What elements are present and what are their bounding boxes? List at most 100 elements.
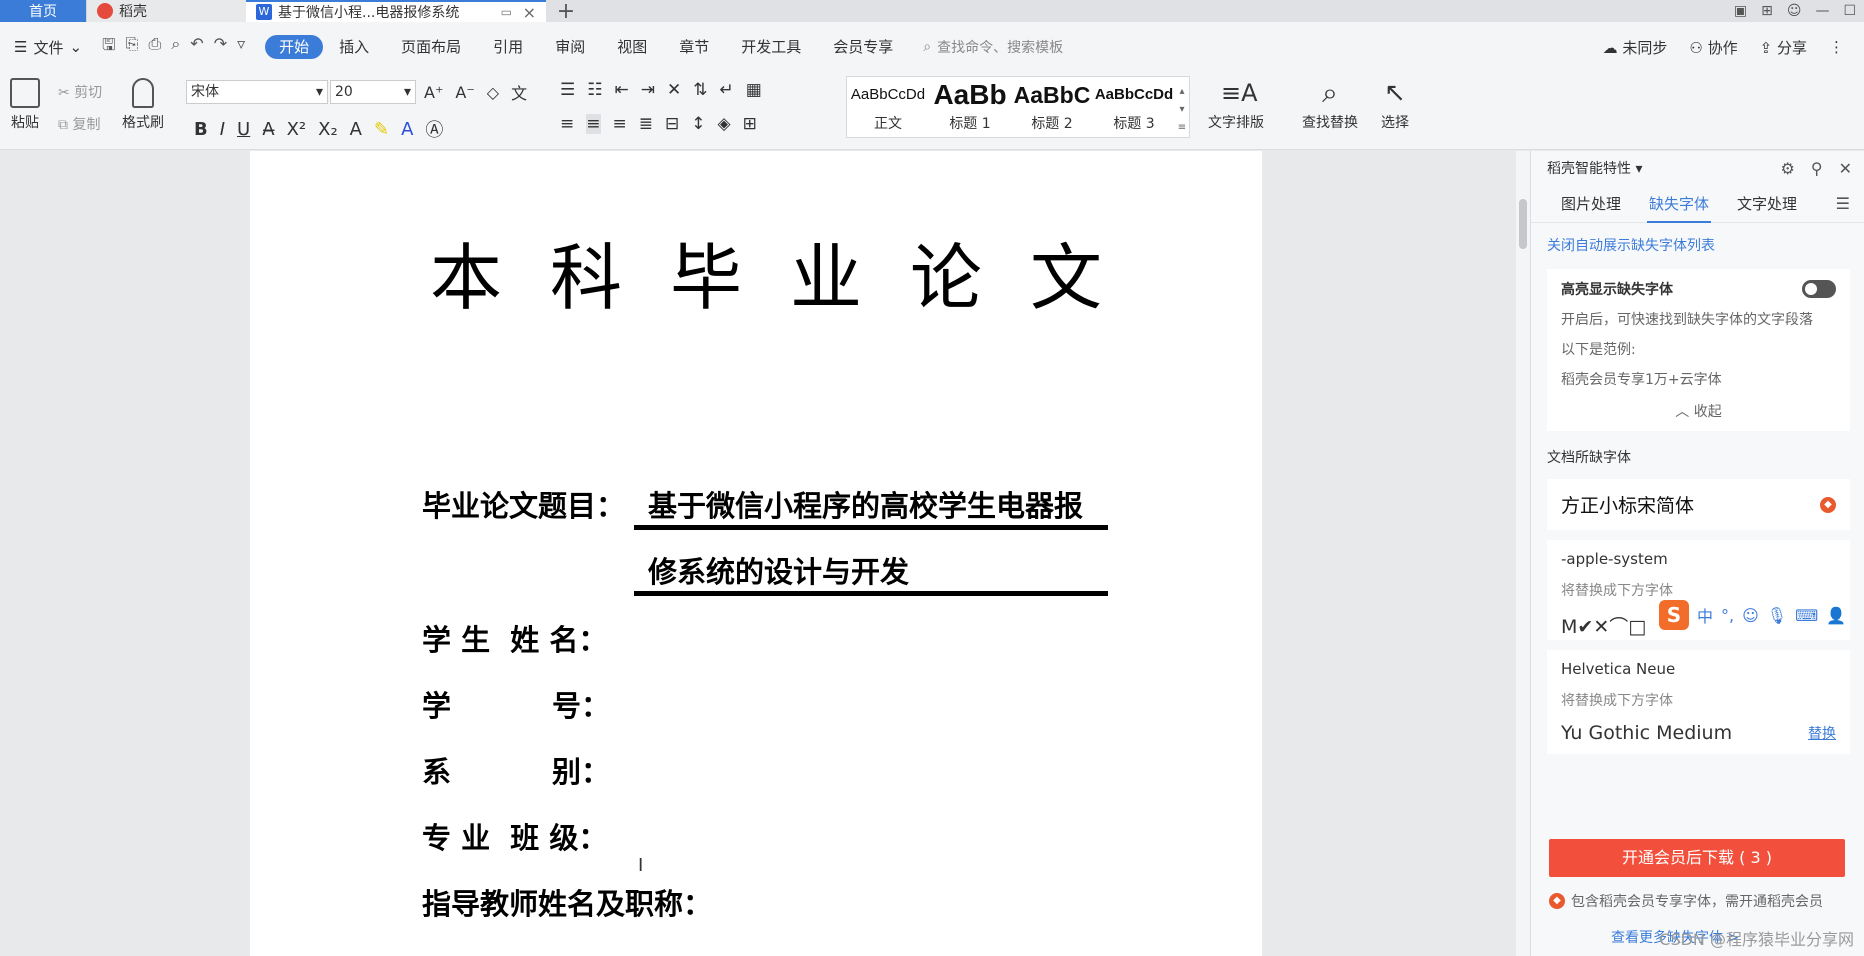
tab-missing-fonts[interactable]: 缺失字体 xyxy=(1635,185,1723,223)
menu-tab-start[interactable]: 开始 xyxy=(265,35,324,59)
clear-format-icon[interactable]: ◇ xyxy=(487,83,499,102)
justify-icon[interactable]: ≣ xyxy=(639,114,653,134)
copy-button[interactable]: ⧉ 复制 xyxy=(58,114,102,134)
paragraph-mark-icon[interactable]: ↵ xyxy=(720,80,734,100)
format-painter-button[interactable]: 格式刷 xyxy=(122,78,164,132)
shrink-font-icon[interactable]: A⁻ xyxy=(455,83,474,102)
pin-icon[interactable]: ⚲ xyxy=(1811,159,1823,178)
highlight-toggle[interactable] xyxy=(1802,280,1836,298)
vertical-scrollbar[interactable] xyxy=(1516,151,1530,956)
new-tab-button[interactable]: + xyxy=(546,0,586,24)
panel-title[interactable]: 稻壳智能特性 ▾ xyxy=(1547,158,1642,178)
print-icon[interactable]: ⎙ xyxy=(149,34,162,61)
save-icon[interactable]: 🖫 xyxy=(102,34,116,61)
chinese-layout-icon[interactable]: ✕ xyxy=(667,80,681,100)
line-spacing-icon[interactable]: ↕ xyxy=(691,114,705,134)
char-border-button[interactable]: Ⓐ xyxy=(425,116,443,142)
gear-icon[interactable]: ⚙ xyxy=(1781,159,1795,178)
undo-icon[interactable]: ↶ xyxy=(190,34,203,61)
bold-button[interactable]: B xyxy=(194,119,208,140)
menu-tab-view[interactable]: 视图 xyxy=(601,35,663,59)
command-search[interactable]: ⌕ 查找命令、搜索模板 xyxy=(923,37,1063,57)
scroll-thumb[interactable] xyxy=(1519,199,1527,249)
font-size-select[interactable]: 20 ▾ xyxy=(330,80,416,104)
style-normal[interactable]: AaBbCcDd 正文 xyxy=(847,77,929,137)
tab-document[interactable]: W 基于微信小程...电器报修系统 ▭ × xyxy=(246,0,546,22)
outdent-icon[interactable]: ⇤ xyxy=(615,80,629,100)
sogou-ime-icon[interactable]: S xyxy=(1659,600,1689,630)
sort-icon[interactable]: ⇅ xyxy=(693,80,707,100)
collab-button[interactable]: ⚇ 协作 xyxy=(1689,37,1737,58)
collapse-button[interactable]: ︿ 收起 xyxy=(1561,401,1836,421)
tab-image-processing[interactable]: 图片处理 xyxy=(1547,185,1635,223)
sync-button[interactable]: ☁ 未同步 xyxy=(1603,37,1668,58)
text-effect-button[interactable]: A xyxy=(350,119,362,140)
microphone-icon[interactable]: 🎙 xyxy=(1767,606,1787,625)
menu-tab-insert[interactable]: 插入 xyxy=(323,35,385,59)
underline-button[interactable]: U xyxy=(237,119,250,140)
styles-scroll[interactable]: ▴ ▾ ≡ xyxy=(1175,77,1189,137)
shading-icon[interactable]: ◈ xyxy=(718,114,731,134)
keyboard-icon[interactable]: ⌨ xyxy=(1795,606,1818,625)
close-icon[interactable]: ✕ xyxy=(1839,159,1852,178)
grid-view-icon[interactable]: ⊞ xyxy=(1761,3,1773,19)
maximize-icon[interactable]: ☐ xyxy=(1843,3,1856,19)
punctuation-icon[interactable]: °, xyxy=(1721,606,1734,625)
paste-button[interactable]: 粘贴 xyxy=(10,78,40,132)
subscript-button[interactable]: X₂ xyxy=(318,119,338,140)
phonetic-icon[interactable]: 文 xyxy=(511,80,527,104)
italic-button[interactable]: I xyxy=(220,119,225,140)
bullets-icon[interactable]: ☰ xyxy=(560,80,575,100)
print-preview-icon[interactable]: ⌕ xyxy=(171,34,180,61)
numbering-icon[interactable]: ☷ xyxy=(587,80,602,100)
menu-tab-references[interactable]: 引用 xyxy=(477,35,539,59)
more-icon[interactable]: ⋮ xyxy=(1829,38,1844,56)
table-grid-icon[interactable]: ▦ xyxy=(746,80,762,100)
text-layout-button[interactable]: ≡A 文字排版 xyxy=(1208,78,1264,132)
tab-home[interactable]: 首页 xyxy=(0,0,86,22)
redo-icon[interactable]: ↷ xyxy=(214,34,227,61)
auto-show-link[interactable]: 关闭自动展示缺失字体列表 xyxy=(1531,223,1864,263)
style-heading-3[interactable]: AaBbCcDd 标题 3 xyxy=(1093,77,1175,137)
file-menu[interactable]: ☰ 文件 ⌄ xyxy=(0,37,82,58)
minimize-icon[interactable]: — xyxy=(1815,3,1829,19)
document-page[interactable]: 本科毕业论文 毕业论文题目： 基于微信小程序的高校学生电器报 修系统的设计与开发… xyxy=(250,151,1262,956)
share-button[interactable]: ⇪ 分享 xyxy=(1760,37,1807,58)
menu-tab-review[interactable]: 审阅 xyxy=(539,35,601,59)
menu-tab-page-layout[interactable]: 页面布局 xyxy=(385,35,477,59)
monitor-icon[interactable]: ▭ xyxy=(501,5,512,19)
tab-daoke[interactable]: 稻壳 xyxy=(86,0,246,22)
export-pdf-icon[interactable]: ⎘ xyxy=(126,34,139,61)
user-icon[interactable]: 👤 xyxy=(1826,606,1846,625)
grow-font-icon[interactable]: A⁺ xyxy=(424,83,443,102)
layout-1-icon[interactable]: ▣ xyxy=(1734,3,1747,19)
style-heading-2[interactable]: AaBbC 标题 2 xyxy=(1011,77,1093,137)
emoji-icon[interactable]: ☺ xyxy=(1742,606,1759,625)
select-button[interactable]: ↖ 选择 xyxy=(1380,78,1410,132)
highlight-button[interactable]: ✎ xyxy=(374,119,389,140)
missing-font-item[interactable]: 方正小标宋简体 ◆ xyxy=(1547,479,1850,530)
close-tab-icon[interactable]: × xyxy=(523,3,536,22)
menu-tab-chapter[interactable]: 章节 xyxy=(663,35,725,59)
distributed-icon[interactable]: ⊟ xyxy=(665,114,679,134)
customize-icon[interactable]: ▿ xyxy=(237,34,245,61)
menu-icon[interactable]: ☰ xyxy=(1836,194,1850,213)
borders-icon[interactable]: ⊞ xyxy=(743,114,757,134)
menu-tab-member[interactable]: 会员专享 xyxy=(817,35,909,59)
menu-tab-dev-tools[interactable]: 开发工具 xyxy=(725,35,817,59)
cut-button[interactable]: ✂ 剪切 xyxy=(58,82,102,102)
align-left-icon[interactable]: ≡ xyxy=(560,114,574,134)
avatar[interactable]: ☺ xyxy=(1787,3,1802,19)
font-name-select[interactable]: 宋体 ▾ xyxy=(186,80,328,104)
align-center-icon[interactable]: ≡ xyxy=(586,114,601,134)
superscript-button[interactable]: X² xyxy=(287,119,307,140)
align-right-icon[interactable]: ≡ xyxy=(613,114,627,134)
tab-text-processing[interactable]: 文字处理 xyxy=(1723,185,1811,223)
ime-lang-toggle[interactable]: 中 xyxy=(1697,603,1713,627)
ime-toolbar[interactable]: S 中 °, ☺ 🎙 ⌨ 👤 xyxy=(1659,600,1846,630)
find-replace-button[interactable]: ⌕ 查找替换 xyxy=(1302,78,1358,132)
strikethrough-button[interactable]: A̶ xyxy=(262,119,274,140)
replace-link[interactable]: 替换 xyxy=(1808,723,1836,743)
indent-icon[interactable]: ⇥ xyxy=(641,80,655,100)
style-heading-1[interactable]: AaBb 标题 1 xyxy=(929,77,1011,137)
